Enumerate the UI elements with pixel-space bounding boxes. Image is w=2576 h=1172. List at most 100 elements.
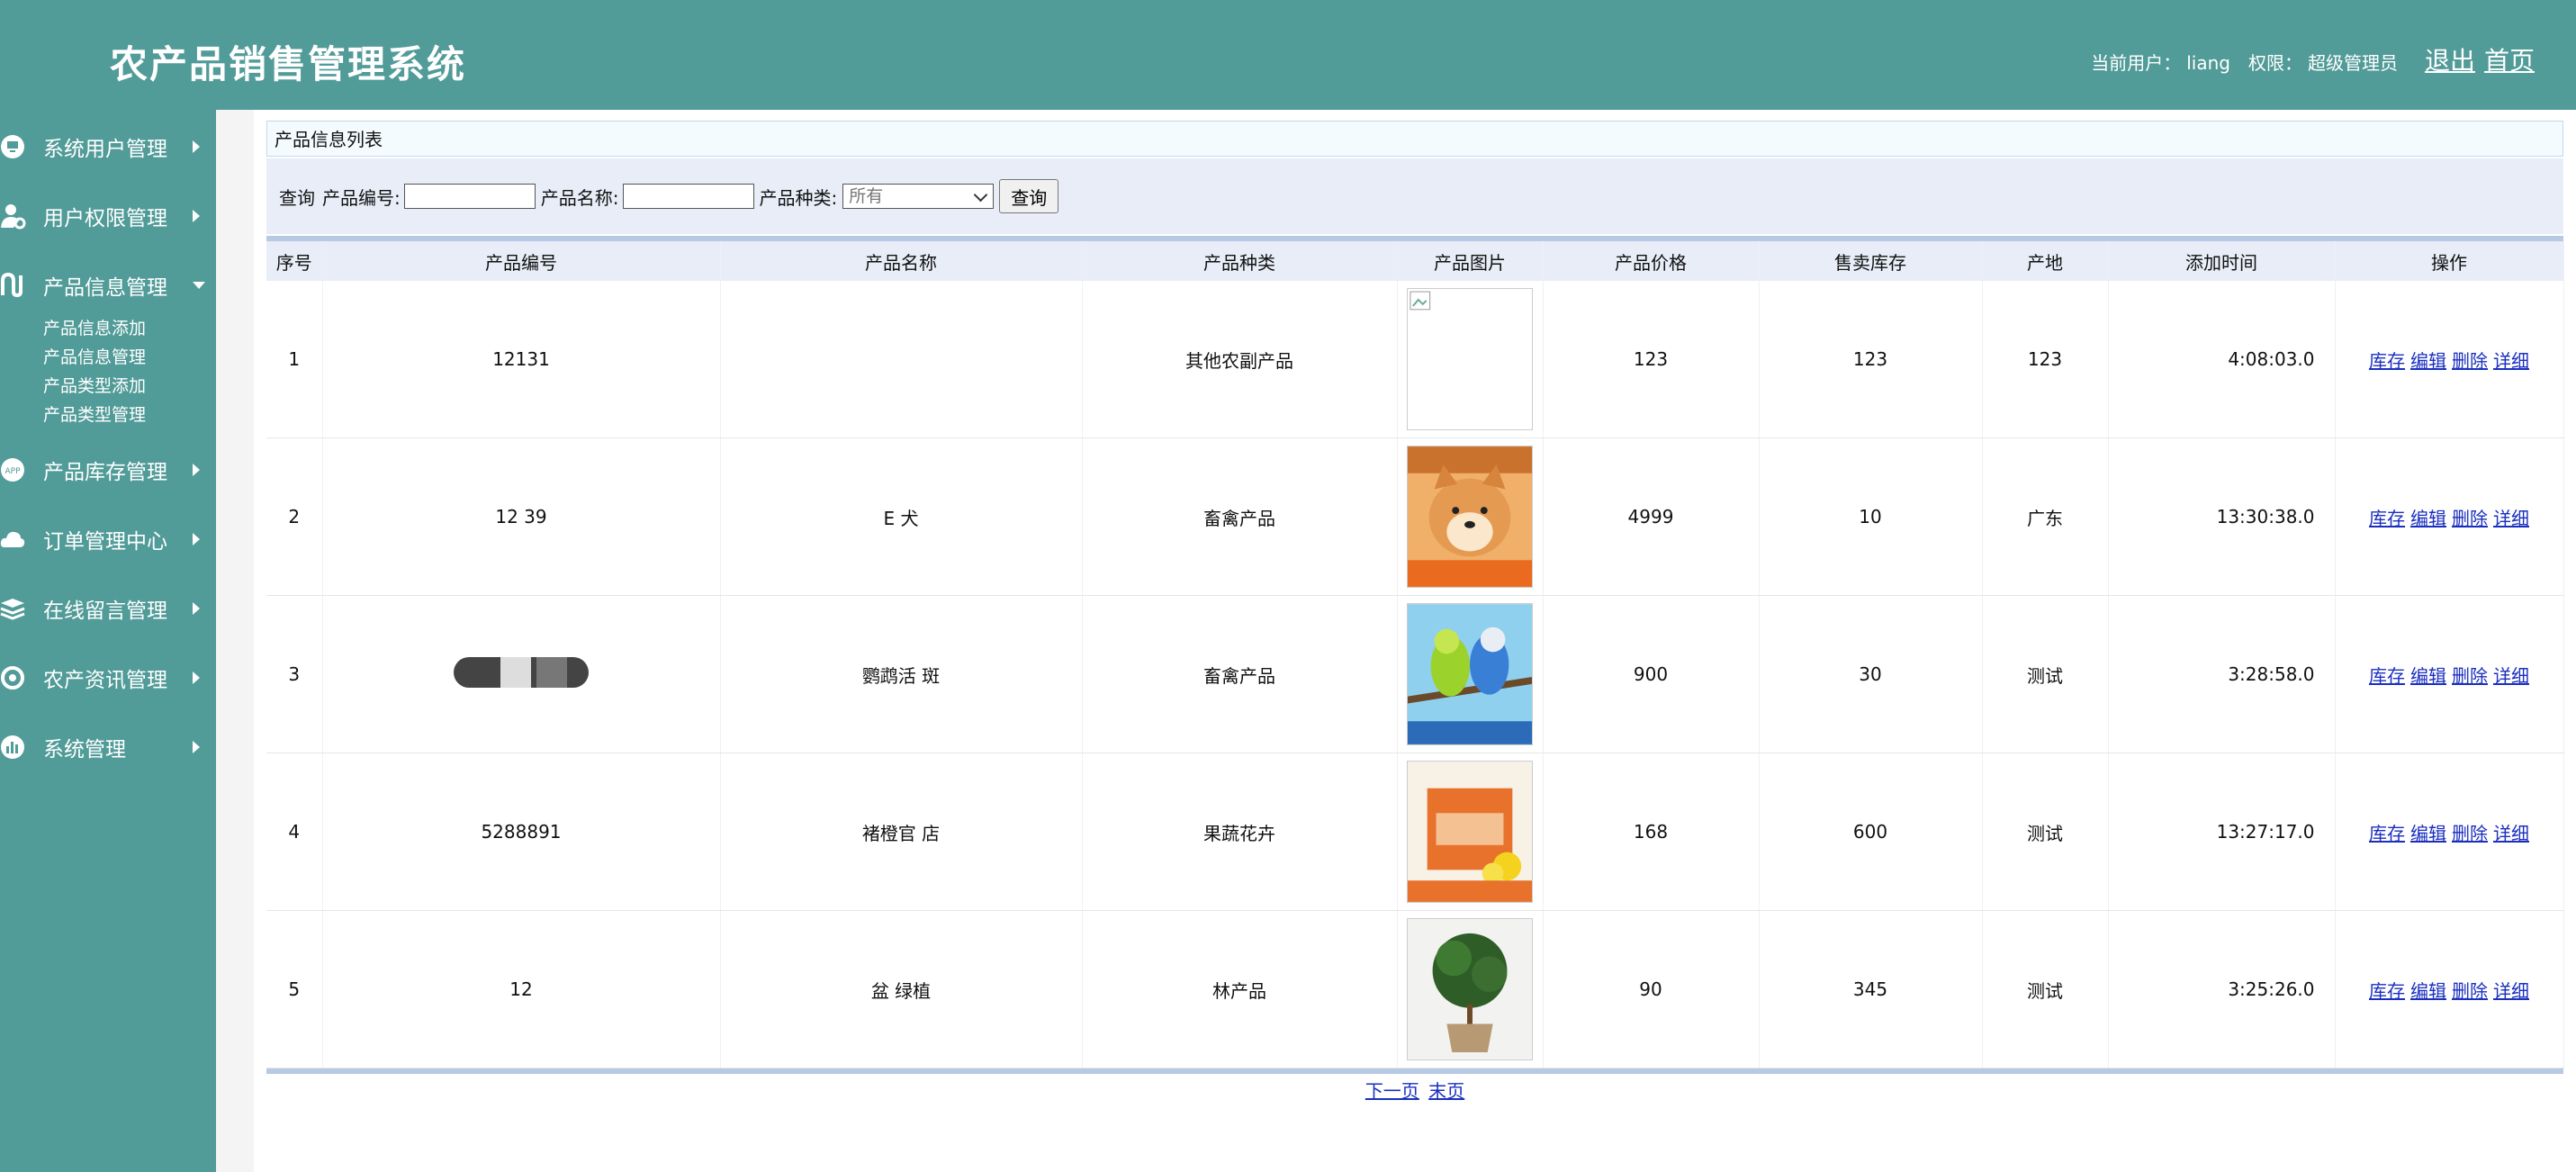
sidebar-item-label: 系统用户管理 <box>43 137 167 161</box>
cell-image <box>1397 437 1544 596</box>
home-link[interactable]: 首页 <box>2484 41 2535 77</box>
product-type-select[interactable]: 所有 <box>842 184 995 209</box>
cell-price: 90 <box>1543 910 1760 1068</box>
sidebar-item-inventory[interactable]: APP 产品库存管理 <box>0 435 216 504</box>
product-name-input[interactable] <box>622 184 754 209</box>
user-info: 当前用户： liang 权限： 超级管理员 退出 首页 <box>2091 41 2535 77</box>
detail-link[interactable]: 详细 <box>2493 980 2529 1002</box>
last-page-link[interactable]: 末页 <box>1428 1080 1464 1102</box>
cell-time: 3:28:58.0 <box>2108 595 2336 753</box>
delete-link[interactable]: 删除 <box>2452 980 2488 1002</box>
main-content: 产品信息列表 查询 产品编号: 产品名称: 产品种类: 所有 查询 序号 产品编… <box>254 110 2576 1172</box>
cell-stock: 123 <box>1759 281 1983 438</box>
sidebar-item-orders[interactable]: 订单管理中心 <box>0 504 216 573</box>
current-user-label: 当前用户： <box>2091 52 2182 74</box>
cell-type: 其他农副产品 <box>1082 281 1398 438</box>
product-code-label: 产品编号: <box>322 186 401 209</box>
cell-code: 12 <box>322 910 721 1068</box>
col-header-origin: 产地 <box>1982 241 2109 281</box>
sidebar-item-news[interactable]: 农产资讯管理 <box>0 643 216 712</box>
product-type-label: 产品种类: <box>759 186 838 209</box>
sidebar-item-product-info[interactable]: 产品信息管理 <box>0 250 216 320</box>
edit-link[interactable]: 编辑 <box>2410 508 2446 529</box>
cell-price: 4999 <box>1543 437 1760 596</box>
next-page-link[interactable]: 下一页 <box>1365 1080 1419 1102</box>
layers-icon <box>0 594 27 623</box>
sidebar-item-label: 订单管理中心 <box>43 529 167 554</box>
detail-link[interactable]: 详细 <box>2493 823 2529 844</box>
edit-link[interactable]: 编辑 <box>2410 665 2446 687</box>
delete-link[interactable]: 删除 <box>2452 350 2488 372</box>
delete-link[interactable]: 删除 <box>2452 508 2488 529</box>
table-row: 2 12 39 E 犬 畜禽产品 4999 10 广东 13:30:38.0 库… <box>266 437 2564 596</box>
submenu-item-add-type[interactable]: 产品类型添加 <box>0 372 216 401</box>
delete-link[interactable]: 删除 <box>2452 823 2488 844</box>
cell-stock: 345 <box>1759 910 1983 1068</box>
col-header-image: 产品图片 <box>1397 241 1544 281</box>
logout-link[interactable]: 退出 <box>2425 41 2475 77</box>
product-code-input[interactable] <box>403 184 536 209</box>
sidebar-item-user-permissions[interactable]: 用户权限管理 <box>0 181 216 250</box>
cell-origin: 123 <box>1982 281 2109 438</box>
sidebar-item-label: 产品信息管理 <box>43 275 167 300</box>
product-table: 序号 产品编号 产品名称 产品种类 产品图片 产品价格 售卖库存 产地 添加时间… <box>266 241 2564 1068</box>
detail-link[interactable]: 详细 <box>2493 508 2529 529</box>
app-badge-icon: APP <box>0 455 27 484</box>
cell-image <box>1397 281 1544 438</box>
chevron-right-icon <box>193 671 200 684</box>
search-button[interactable]: 查询 <box>999 179 1059 213</box>
sidebar: 系统用户管理 用户权限管理 产品信息管理 产品信息添加 产品信息管理 产品类型添… <box>0 110 216 1172</box>
user-gear-icon <box>0 202 27 230</box>
monitor-icon <box>0 132 27 161</box>
cell-image <box>1397 910 1544 1068</box>
cell-image <box>1397 595 1544 753</box>
top-header: 农产品销售管理系统 当前用户： liang 权限： 超级管理员 退出 首页 <box>0 0 2576 110</box>
table-row: 4 5288891 褚橙官 店 果蔬花卉 168 600 测试 13:27:17… <box>266 753 2564 911</box>
sidebar-item-label: 系统管理 <box>43 737 126 762</box>
stock-link[interactable]: 库存 <box>2369 350 2405 372</box>
cell-code: 12131 <box>322 281 721 438</box>
cell-name: 鹦鹉活 斑 <box>720 595 1083 753</box>
sidebar-item-system-users[interactable]: 系统用户管理 <box>0 112 216 181</box>
svg-text:APP: APP <box>5 467 21 476</box>
chevron-down-icon <box>973 187 988 203</box>
submenu-item-manage-product[interactable]: 产品信息管理 <box>0 343 216 372</box>
stock-link[interactable]: 库存 <box>2369 823 2405 844</box>
cell-ops: 库存 编辑 删除 详细 <box>2335 281 2564 438</box>
chart-icon <box>0 733 27 762</box>
cell-time: 3:25:26.0 <box>2108 910 2336 1068</box>
table-row: 5 12 盆 绿植 林产品 90 345 测试 3:25:26.0 库存 编辑 … <box>266 910 2564 1068</box>
detail-link[interactable]: 详细 <box>2493 350 2529 372</box>
sidebar-item-label: 在线留言管理 <box>43 599 167 623</box>
edit-link[interactable]: 编辑 <box>2410 823 2446 844</box>
cell-price: 900 <box>1543 595 1760 753</box>
sidebar-item-label: 用户权限管理 <box>43 206 167 230</box>
search-bar: 查询 产品编号: 产品名称: 产品种类: 所有 查询 <box>266 158 2563 234</box>
edit-link[interactable]: 编辑 <box>2410 350 2446 372</box>
role-value: 超级管理员 <box>2307 52 2398 74</box>
chevron-right-icon <box>193 532 200 545</box>
pager: 下一页 末页 <box>254 1077 2576 1103</box>
product-info-submenu: 产品信息添加 产品信息管理 产品类型添加 产品类型管理 <box>0 314 216 429</box>
sidebar-item-system[interactable]: 系统管理 <box>0 712 216 781</box>
detail-link[interactable]: 详细 <box>2493 665 2529 687</box>
cell-name: 盆 绿植 <box>720 910 1083 1068</box>
product-name-label: 产品名称: <box>540 186 619 209</box>
cell-no: 4 <box>266 753 323 911</box>
stock-link[interactable]: 库存 <box>2369 980 2405 1002</box>
role-label: 权限： <box>2247 52 2302 74</box>
delete-link[interactable]: 删除 <box>2452 665 2488 687</box>
edit-link[interactable]: 编辑 <box>2410 980 2446 1002</box>
submenu-item-manage-type[interactable]: 产品类型管理 <box>0 401 216 429</box>
cell-origin: 测试 <box>1982 910 2109 1068</box>
chevron-right-icon <box>193 209 200 222</box>
stock-link[interactable]: 库存 <box>2369 665 2405 687</box>
cell-no: 2 <box>266 437 323 596</box>
chevron-right-icon <box>193 601 200 615</box>
product-image-broken <box>1407 288 1533 430</box>
sidebar-item-messages[interactable]: 在线留言管理 <box>0 573 216 643</box>
product-image-dog <box>1407 446 1533 588</box>
cell-ops: 库存 编辑 删除 详细 <box>2335 595 2564 753</box>
cell-no: 5 <box>266 910 323 1068</box>
stock-link[interactable]: 库存 <box>2369 508 2405 529</box>
